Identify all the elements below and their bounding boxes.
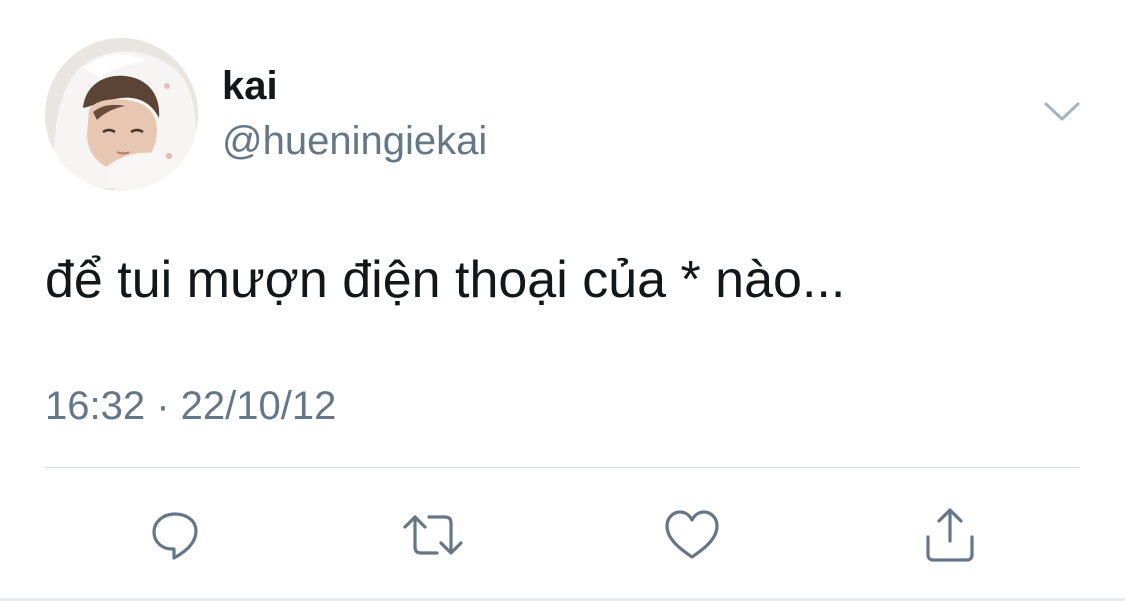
chevron-down-icon xyxy=(1044,102,1080,121)
tweet-actions-bar xyxy=(0,500,1125,570)
reply-button[interactable] xyxy=(140,500,210,570)
tweet-text: để tui mượn điện thoại của * nào... xyxy=(45,251,846,309)
user-handle[interactable]: @hueningiekai xyxy=(222,117,487,165)
retweet-button[interactable] xyxy=(398,500,468,570)
retweet-icon xyxy=(403,515,463,555)
divider xyxy=(45,467,1080,468)
avatar[interactable] xyxy=(45,38,198,191)
like-button[interactable] xyxy=(657,500,727,570)
tweet-timestamp[interactable]: 16:32 · 22/10/12 xyxy=(45,382,336,430)
share-upload-icon xyxy=(926,508,974,562)
avatar-photo xyxy=(45,38,198,191)
share-button[interactable] xyxy=(915,500,985,570)
display-name[interactable]: kai xyxy=(222,62,278,110)
more-options-button[interactable] xyxy=(1040,94,1084,130)
reply-bubble-icon xyxy=(152,512,198,560)
heart-icon xyxy=(665,510,719,559)
